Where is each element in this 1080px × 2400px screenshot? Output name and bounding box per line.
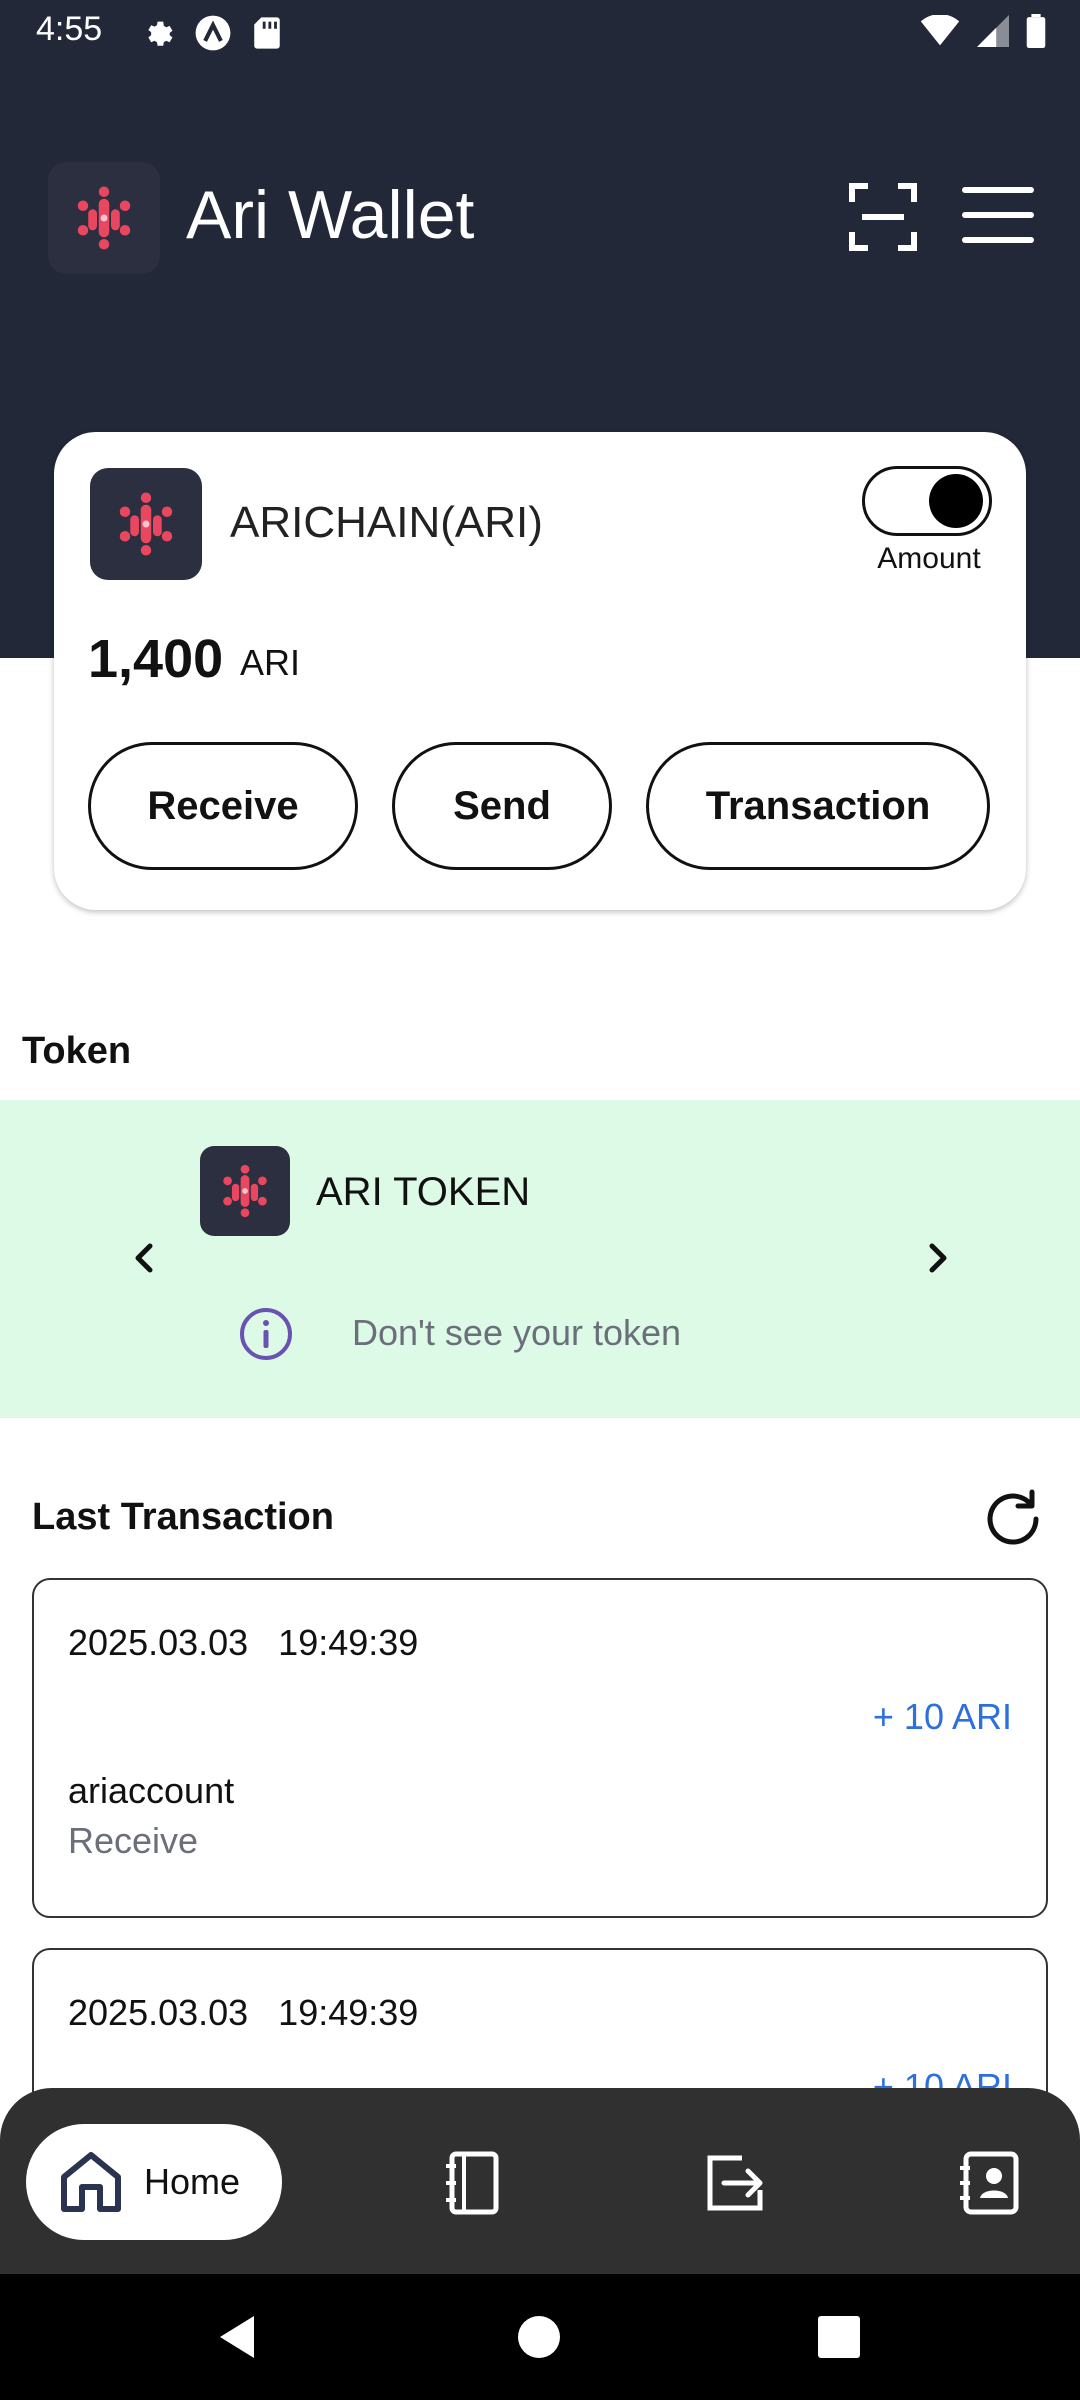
balance-unit: ARI — [240, 642, 301, 683]
info-icon — [240, 1308, 292, 1360]
wallet-card: ARICHAIN(ARI) Amount 1,400 ARI Receive S… — [54, 432, 1026, 910]
signal-icon — [977, 15, 1009, 47]
receive-button[interactable]: Receive — [88, 742, 358, 870]
battery-icon — [1026, 14, 1046, 48]
amount-toggle[interactable] — [862, 466, 992, 536]
transactions-title: Last Transaction — [32, 1496, 334, 1538]
gear-icon — [148, 21, 173, 46]
chevron-left-icon[interactable] — [124, 1238, 164, 1278]
nav-home[interactable]: Home — [26, 2124, 282, 2240]
menu-icon[interactable] — [962, 184, 1034, 246]
contacts-icon[interactable] — [958, 2150, 1024, 2216]
system-home-button[interactable] — [518, 2316, 560, 2358]
tx-amount: + 10 ARI — [872, 1696, 1012, 1737]
ari-logo-icon — [77, 186, 131, 250]
token-carousel: ARI TOKEN Don't see your token — [0, 1100, 1080, 1418]
scan-icon[interactable] — [848, 182, 918, 252]
address-book-icon[interactable] — [440, 2150, 506, 2216]
token-hint[interactable]: Don't see your token — [352, 1312, 681, 1354]
home-icon — [61, 2152, 121, 2212]
ari-logo-icon — [223, 1164, 267, 1218]
chain-logo — [90, 468, 202, 580]
balance-value: 1,400 — [88, 629, 224, 689]
toggle-knob — [929, 474, 983, 528]
refresh-icon[interactable] — [982, 1488, 1044, 1550]
token-name[interactable]: ARI TOKEN — [316, 1170, 530, 1215]
tx-type: Receive — [68, 1820, 199, 1861]
toggle-label: Amount — [877, 542, 981, 575]
status-bar: 4:55 — [0, 0, 1080, 64]
send-button[interactable]: Send — [392, 742, 612, 870]
recent-apps-button[interactable] — [818, 2316, 860, 2358]
wifi-icon — [920, 15, 960, 46]
bottom-nav: Home — [0, 2088, 1080, 2274]
status-time: 4:55 — [36, 10, 103, 48]
back-icon[interactable] — [214, 2312, 264, 2362]
nav-home-label: Home — [144, 2161, 241, 2202]
transaction-button[interactable]: Transaction — [646, 742, 990, 870]
export-icon[interactable] — [702, 2150, 768, 2216]
ari-logo-icon — [119, 492, 173, 556]
chevron-right-icon[interactable] — [918, 1238, 958, 1278]
a-circle-icon — [195, 15, 231, 51]
app-logo — [48, 162, 160, 274]
tx-datetime: 2025.03.03 19:49:39 — [68, 1992, 419, 2033]
tx-account: ariaccount — [68, 1770, 235, 1811]
transaction-card[interactable]: 2025.03.03 19:49:39 + 10 ARI ariaccount … — [32, 1578, 1048, 1918]
chain-name: ARICHAIN(ARI) — [230, 498, 543, 547]
system-nav-bar — [0, 2274, 1080, 2400]
token-logo — [200, 1146, 290, 1236]
token-section-title: Token — [22, 1030, 132, 1072]
app-title: Ari Wallet — [186, 177, 475, 253]
tx-datetime: 2025.03.03 19:49:39 — [68, 1622, 419, 1663]
sd-card-icon — [254, 17, 280, 49]
